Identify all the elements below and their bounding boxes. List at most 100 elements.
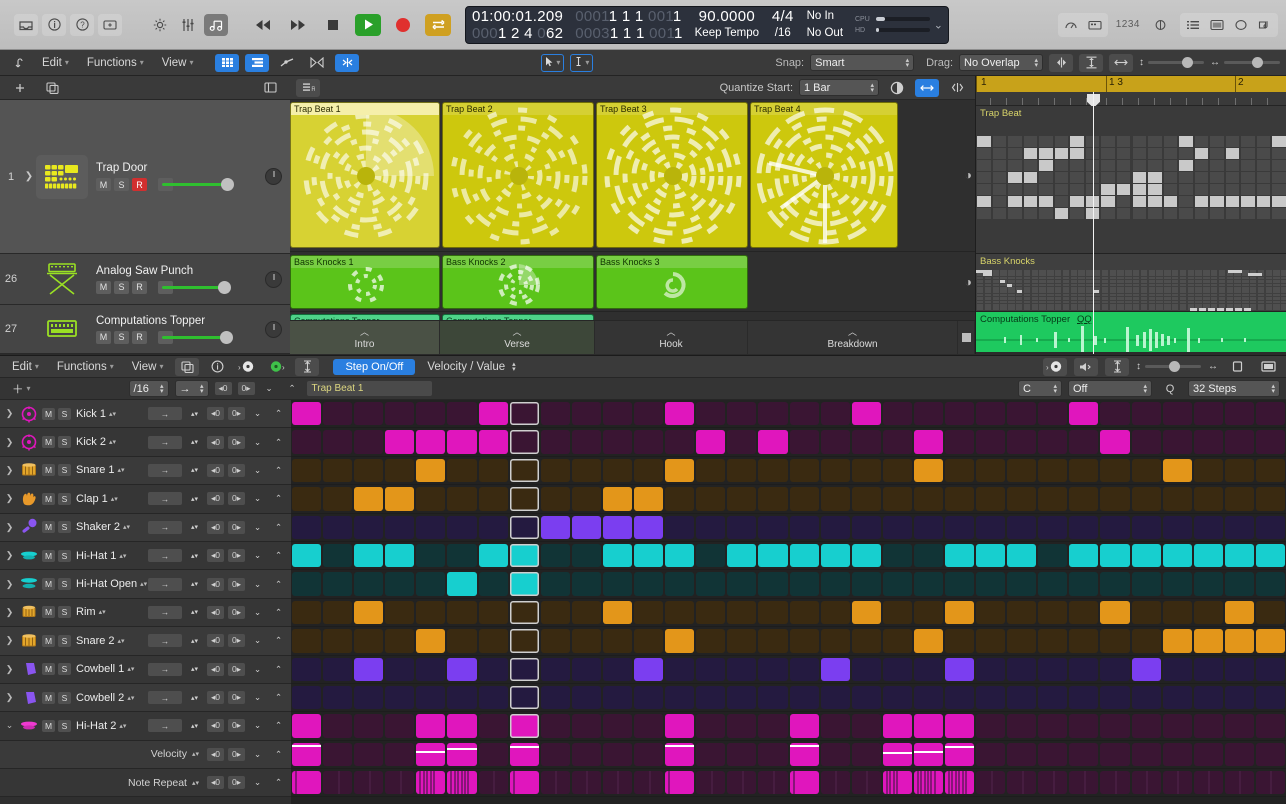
midi-cell[interactable] [1195, 184, 1209, 195]
midi-cell[interactable] [1141, 297, 1147, 300]
midi-cell[interactable] [1141, 273, 1147, 276]
midi-cell[interactable] [993, 284, 999, 287]
midi-cell[interactable] [1101, 148, 1115, 159]
step-cell[interactable] [416, 601, 445, 624]
volume-slider[interactable] [158, 331, 173, 344]
step-cell[interactable] [572, 629, 601, 652]
step-cell[interactable] [479, 658, 508, 681]
midi-cell[interactable] [1070, 184, 1084, 195]
step-cell[interactable] [1007, 459, 1036, 482]
step-cell[interactable] [976, 544, 1005, 567]
velocity-scale-icon[interactable] [1105, 358, 1129, 376]
midi-cell[interactable] [1110, 270, 1116, 273]
step-cell[interactable] [1163, 629, 1192, 652]
step-cell[interactable] [696, 516, 725, 539]
mastering-assistant-icon[interactable] [1148, 14, 1172, 36]
marker-stop-icon[interactable] [958, 321, 975, 354]
midi-cell[interactable] [985, 307, 991, 310]
step-cell[interactable] [541, 516, 570, 539]
marker-breakdown[interactable]: ︿ Breakdown [748, 321, 958, 354]
midi-cell[interactable] [993, 301, 999, 304]
step-cell[interactable] [603, 430, 632, 453]
midi-cell[interactable] [1047, 280, 1053, 283]
midi-cell[interactable] [1281, 270, 1286, 273]
step-cell[interactable] [727, 516, 756, 539]
drag-select[interactable]: No Overlap ▴▾ [959, 54, 1043, 71]
quick-help-icon[interactable] [98, 14, 122, 36]
midi-cell[interactable] [1203, 277, 1209, 280]
midi-cell[interactable] [1070, 208, 1084, 219]
step-cell[interactable] [883, 459, 912, 482]
midi-cell[interactable] [993, 287, 999, 290]
step-cell[interactable] [1069, 459, 1098, 482]
midi-cell[interactable] [1016, 287, 1022, 290]
midi-cell[interactable] [1078, 290, 1084, 293]
midi-cell[interactable] [1258, 304, 1264, 307]
step-cell[interactable] [790, 601, 819, 624]
midi-cell[interactable] [1266, 294, 1272, 297]
midi-cell[interactable] [1148, 184, 1162, 195]
midi-cell[interactable] [1164, 270, 1170, 273]
step-cell[interactable] [1256, 459, 1285, 482]
contrast-icon[interactable] [885, 79, 909, 97]
step-cell[interactable] [541, 572, 570, 595]
subrow-name[interactable]: Note Repeat▴▾ [128, 777, 199, 789]
step-row-header-hi-hat-2[interactable]: ⌄MSHi-Hat 2▴▾→▴▾◂00▸⌄⌃ [0, 712, 291, 740]
midi-cell[interactable] [1117, 301, 1123, 304]
subrow-chevron-down-icon[interactable]: ⌄ [249, 748, 266, 761]
midi-cell[interactable] [1008, 307, 1014, 310]
midi-cell[interactable] [1179, 196, 1193, 207]
step-cell[interactable] [914, 516, 943, 539]
midi-cell[interactable] [1008, 277, 1014, 280]
midi-cell[interactable] [1273, 280, 1279, 283]
step-cell[interactable] [852, 487, 881, 510]
midi-cell[interactable] [1273, 270, 1279, 273]
row-solo-button[interactable]: S [58, 408, 71, 420]
midi-cell[interactable] [1227, 277, 1233, 280]
step-cell[interactable] [1225, 544, 1254, 567]
step-cell[interactable] [479, 487, 508, 510]
note-repeat-cell[interactable] [914, 771, 943, 794]
midi-cell[interactable] [1024, 277, 1030, 280]
record-arm-button[interactable]: R [132, 331, 147, 344]
step-cell[interactable] [292, 629, 321, 652]
row-chevron-up-icon[interactable]: ⌃ [270, 663, 287, 676]
step-cell[interactable] [1038, 658, 1067, 681]
step-cell[interactable] [852, 430, 881, 453]
step-cell[interactable] [541, 459, 570, 482]
midi-cell[interactable] [1086, 294, 1092, 297]
apple-loops-icon[interactable] [1253, 14, 1277, 36]
inspector-icon[interactable] [42, 14, 66, 36]
note-repeat-cell[interactable] [976, 771, 1005, 794]
pan-knob[interactable] [265, 321, 282, 338]
row-solo-button[interactable]: S [58, 464, 71, 476]
midi-cell[interactable] [1024, 208, 1038, 219]
midi-cell[interactable] [1203, 287, 1209, 290]
step-cell[interactable] [1194, 430, 1223, 453]
midi-cell[interactable] [1016, 273, 1022, 276]
midi-cell[interactable] [1241, 148, 1255, 159]
midi-cell[interactable] [1102, 301, 1108, 304]
drum-machine-icon[interactable] [36, 155, 88, 199]
info-icon[interactable] [205, 358, 229, 376]
note-repeat-cell[interactable] [1007, 771, 1036, 794]
row-play-mode-stepper-icon[interactable]: ▴▾ [186, 606, 203, 619]
row-mute-button[interactable]: M [42, 493, 55, 505]
midi-cell[interactable] [1172, 301, 1178, 304]
midi-cell[interactable] [1172, 277, 1178, 280]
midi-cell[interactable] [1070, 136, 1084, 147]
midi-cell[interactable] [1188, 290, 1194, 293]
midi-cell[interactable] [993, 290, 999, 293]
step-cell[interactable] [790, 572, 819, 595]
velocity-cell[interactable] [758, 743, 787, 766]
midi-cell[interactable] [977, 280, 983, 283]
midi-cell[interactable] [993, 297, 999, 300]
midi-cell[interactable] [1250, 280, 1256, 283]
midi-cell[interactable] [1203, 273, 1209, 276]
midi-cell[interactable] [1039, 160, 1053, 171]
midi-cell[interactable] [1195, 160, 1209, 171]
midi-cell[interactable] [1272, 208, 1286, 219]
row-chevron-up-icon[interactable]: ⌃ [270, 436, 287, 449]
midi-cell[interactable] [1071, 304, 1077, 307]
step-cell[interactable] [603, 544, 632, 567]
